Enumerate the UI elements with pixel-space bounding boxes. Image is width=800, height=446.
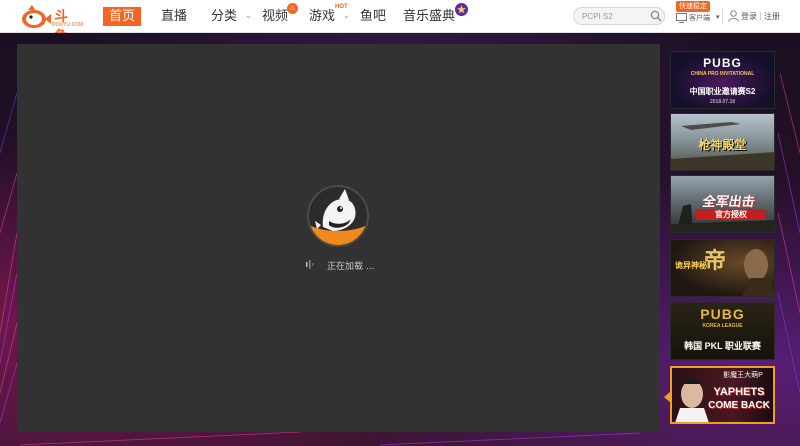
client-chevron-down-icon[interactable]: ▾ [716, 13, 720, 21]
nav-home[interactable]: 首页 [103, 7, 142, 26]
nav-games[interactable]: 游戏 [309, 8, 335, 25]
side-rail-item-active[interactable]: 影魔王大萌P YAPHETS COME BACK [670, 366, 775, 424]
thumb-title: YAPHETS [713, 386, 765, 398]
douyu-logo[interactable]: 斗鱼 DOUYU.COM [18, 4, 83, 44]
logo-domain: DOUYU.COM [52, 22, 84, 28]
register-link[interactable]: 注册 [764, 11, 780, 22]
thumb-subtitle: KOREA LEAGUE [702, 323, 743, 329]
nav-video[interactable]: 视频 [262, 8, 288, 25]
side-rail-item[interactable]: PUBG KOREA LEAGUE 韩国 PKL 职业联赛 [670, 302, 775, 360]
games-chevron-down-icon[interactable]: ⌄ [343, 11, 350, 20]
star-badge-icon [455, 3, 468, 16]
thumb-caption: 中国职业邀请赛S2 [689, 87, 756, 96]
thumb-date: 2018.07.18 [709, 99, 736, 105]
thumb-title: 枪神殿堂 [698, 138, 747, 152]
top-header: 斗鱼 DOUYU.COM 首页 直播 分类 ⌄ 视频 ♨ 游戏 HOT ⌄ 鱼吧… [0, 0, 800, 44]
monitor-icon[interactable] [676, 13, 687, 23]
speed-stable-tag: 快速稳定 [676, 1, 710, 12]
loading-text: 正在加载 ... [327, 262, 375, 272]
header-divider [722, 8, 723, 24]
search-input[interactable] [582, 10, 646, 23]
search-icon[interactable] [650, 10, 662, 22]
client-download-link[interactable]: 客户端 [689, 13, 710, 23]
nav-live[interactable]: 直播 [161, 8, 187, 25]
user-icon[interactable] [728, 10, 739, 22]
side-rail-item[interactable]: 全军出击 官方授权 [670, 175, 775, 233]
thumb-caption: 影魔王大萌P [723, 372, 763, 379]
video-player[interactable]: 正在加载 ... [17, 44, 660, 432]
login-register-separator: | [759, 11, 762, 20]
nav-fishbar[interactable]: 鱼吧 [360, 8, 386, 25]
side-rail-item[interactable]: PUBG CHINA PRO INVITATIONAL 中国职业邀请赛S2 20… [670, 51, 775, 109]
thumb-title: 全军出击 [701, 194, 757, 209]
thumb-caption: 韩国 PKL 职业联赛 [684, 341, 761, 351]
loading-spinner-icon [306, 260, 314, 269]
thumb-subtitle: COME BACK [708, 400, 770, 411]
shark-mascot-icon [309, 189, 367, 245]
thumb-title: PUBG [703, 56, 742, 70]
hot-badge: HOT [335, 4, 348, 10]
nav-category[interactable]: 分类 [211, 8, 237, 25]
category-chevron-down-icon[interactable]: ⌄ [245, 11, 252, 20]
douyu-mascot-loading-avatar [307, 185, 369, 247]
side-rail-item[interactable]: 枪神殿堂 [670, 113, 775, 171]
login-link[interactable]: 登录 [741, 11, 757, 22]
fire-badge-icon: ♨ [287, 3, 298, 14]
thumb-subtitle: CHINA PRO INVITATIONAL [690, 71, 755, 77]
thumb-title: PUBG [700, 306, 745, 322]
thumb-caption: 诡异神秘 [675, 261, 707, 270]
fish-mascot-icon [22, 5, 51, 28]
thumb-caption: 官方授权 [696, 209, 766, 220]
side-rail-item[interactable]: 帝 诡异神秘 [670, 239, 775, 297]
nav-music-festival[interactable]: 音乐盛典 [403, 8, 455, 25]
